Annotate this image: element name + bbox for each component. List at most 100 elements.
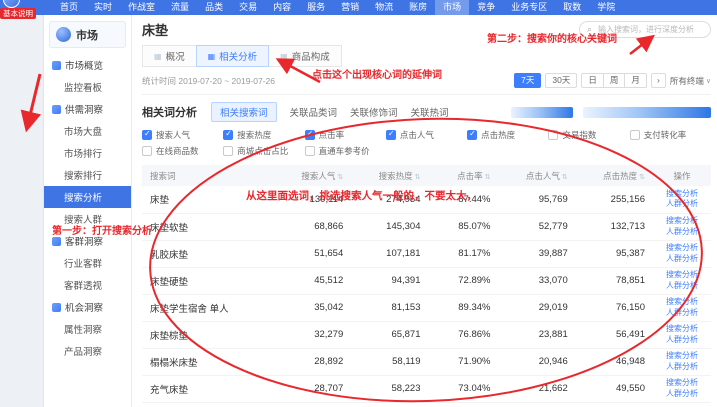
- sidebar-item-crowd-perspective[interactable]: 客群透视: [44, 274, 131, 296]
- metric-value-cell: 58,119: [351, 348, 428, 375]
- analysis-tab-related-hot-words[interactable]: 关联热词: [411, 103, 449, 121]
- action-search-analysis-link[interactable]: 搜索分析: [661, 270, 703, 280]
- metric-label: 点击人气: [400, 129, 434, 141]
- topnav-item-service[interactable]: 服务: [299, 0, 333, 15]
- metric-checkbox-click-rate[interactable]: 点击率: [305, 129, 386, 141]
- topnav-item-logistics[interactable]: 物流: [367, 0, 401, 15]
- column-header-click-heat[interactable]: 点击热度⇅: [576, 165, 653, 186]
- next-period-button[interactable]: ›: [651, 73, 666, 88]
- sidebar-item-search-analysis[interactable]: 搜索分析: [44, 186, 131, 208]
- topnav-item-category[interactable]: 品类: [197, 0, 231, 15]
- topnav-item-traffic[interactable]: 流量: [163, 0, 197, 15]
- topnav-item-competition[interactable]: 竞争: [469, 0, 503, 15]
- action-search-analysis-link[interactable]: 搜索分析: [661, 351, 703, 361]
- action-crowd-analysis-link[interactable]: 人群分析: [661, 389, 703, 399]
- search-input[interactable]: [596, 24, 703, 35]
- sidebar-item-attribute-insight[interactable]: 属性洞察: [44, 318, 131, 340]
- sidebar-item-industry-crowd[interactable]: 行业客群: [44, 252, 131, 274]
- column-header-click-popularity[interactable]: 点击人气⇅: [499, 165, 576, 186]
- topnav-item-marketing[interactable]: 营销: [333, 0, 367, 15]
- sidebar-item-label: 客群洞察: [65, 234, 103, 248]
- granularity-button-day[interactable]: 日: [581, 73, 604, 88]
- metric-value-cell: 28,707: [274, 375, 351, 402]
- sidebar-item-market-board[interactable]: 市场大盘: [44, 120, 131, 142]
- action-crowd-analysis-link[interactable]: 人群分析: [661, 308, 703, 318]
- metric-checkbox-pay-conversion[interactable]: 支付转化率: [630, 129, 711, 141]
- sidebar-item-market-overview[interactable]: 市场概览: [44, 54, 131, 76]
- metric-checkbox-ztc-ref-price[interactable]: 直通车参考价: [305, 145, 386, 157]
- metric-value-cell: 85.07%: [429, 213, 499, 240]
- sidebar-item-search-crowd[interactable]: 搜索人群: [44, 208, 131, 230]
- action-search-analysis-link[interactable]: 搜索分析: [661, 378, 703, 388]
- terminal-dropdown[interactable]: 所有终端 ∨: [670, 75, 711, 87]
- action-crowd-analysis-link[interactable]: 人群分析: [661, 335, 703, 345]
- action-search-analysis-link[interactable]: 搜索分析: [661, 297, 703, 307]
- metric-checkbox-search-popularity[interactable]: 搜索人气: [142, 129, 223, 141]
- terminal-label: 所有终端: [670, 75, 704, 87]
- sidebar-item-crowd-insight[interactable]: 客群洞察: [44, 230, 131, 252]
- heat-legend: [511, 107, 711, 118]
- column-header-search-heat[interactable]: 搜索热度⇅: [351, 165, 428, 186]
- topnav-item-academy[interactable]: 学院: [589, 0, 623, 15]
- action-crowd-analysis-link[interactable]: 人群分析: [661, 227, 703, 237]
- keyword-searchbox[interactable]: ⌕: [579, 21, 711, 38]
- action-crowd-analysis-link[interactable]: 人群分析: [661, 254, 703, 264]
- checkbox-icon: [386, 130, 396, 140]
- topnav-item-finance[interactable]: 账房: [401, 0, 435, 15]
- tab-related-analysis[interactable]: ▦ 相关分析: [196, 45, 270, 67]
- tab-product-composition[interactable]: ▦ 商品构成: [268, 45, 342, 67]
- sidebar-item-opportunity-insight[interactable]: 机会洞察: [44, 296, 131, 318]
- table-row: 床垫硬垫 45,512 94,391 72.89% 33,070 78,851 …: [142, 267, 711, 294]
- metric-checkbox-click-popularity[interactable]: 点击人气: [386, 129, 467, 141]
- metric-value-cell: 87.44%: [429, 186, 499, 213]
- granularity-button-month[interactable]: 月: [624, 73, 647, 88]
- analysis-tab-related-category-words[interactable]: 关联品类词: [290, 103, 338, 121]
- action-search-analysis-link[interactable]: 搜索分析: [661, 243, 703, 253]
- column-header-search-popularity[interactable]: 搜索人气⇅: [274, 165, 351, 186]
- analysis-tab-related-search-words[interactable]: 相关搜索词: [211, 102, 277, 122]
- page-tab-label: 概况: [166, 49, 185, 63]
- sidebar-item-monitor-board[interactable]: 监控看板: [44, 76, 131, 98]
- topnav-item-home[interactable]: 首页: [52, 0, 86, 15]
- action-crowd-analysis-link[interactable]: 人群分析: [661, 362, 703, 372]
- search-word-cell: 床垫硬垫: [142, 267, 274, 294]
- range-button-30d[interactable]: 30天: [545, 73, 577, 88]
- search-word-cell: 床垫棕垫: [142, 321, 274, 348]
- sidebar-item-supply-demand-insight[interactable]: 供需洞察: [44, 98, 131, 120]
- sort-icon: ⇅: [415, 174, 421, 181]
- action-search-analysis-link[interactable]: 搜索分析: [661, 216, 703, 226]
- metric-checkbox-trade-index[interactable]: 交易指数: [548, 129, 629, 141]
- gradient-strip-large: [583, 107, 711, 118]
- sidebar-item-search-rank[interactable]: 搜索排行: [44, 164, 131, 186]
- action-search-analysis-link[interactable]: 搜索分析: [661, 324, 703, 334]
- metric-checkbox-online-products[interactable]: 在线商品数: [142, 145, 223, 157]
- metric-checkbox-click-heat[interactable]: 点击热度: [467, 129, 548, 141]
- topnav-item-war-room[interactable]: 作战室: [120, 0, 163, 15]
- granularity-button-week[interactable]: 周: [603, 73, 626, 88]
- sidebar-item-product-insight[interactable]: 产品洞察: [44, 340, 131, 362]
- tab-overview[interactable]: ▦ 概况: [142, 45, 197, 67]
- metric-value-cell: 58,223: [351, 375, 428, 402]
- topnav-item-business-zone[interactable]: 业务专区: [503, 0, 555, 15]
- action-crowd-analysis-link[interactable]: 人群分析: [661, 281, 703, 291]
- topnav-item-realtime[interactable]: 实时: [86, 0, 120, 15]
- topnav-item-data-extract[interactable]: 取数: [555, 0, 589, 15]
- metric-checkbox-search-heat[interactable]: 搜索热度: [223, 129, 304, 141]
- page-title: 床垫: [142, 20, 168, 39]
- topnav-item-market[interactable]: 市场: [435, 0, 469, 15]
- range-button-7d[interactable]: 7天: [514, 73, 541, 88]
- tab-grid-icon: ▦: [208, 52, 216, 61]
- main-content: 床垫 ⌕ ▦ 概况 ▦ 相关分析 ▦ 商品构成 统计时间 2019-07-20 …: [132, 15, 717, 407]
- analysis-tab-related-modifier-words[interactable]: 关联修饰词: [350, 103, 398, 121]
- metric-checkbox-mall-click-share[interactable]: 商城点击占比: [223, 145, 304, 157]
- sidebar-item-label: 搜索排行: [64, 168, 102, 182]
- stat-time-label: 统计时间 2019-07-20 ~ 2019-07-26: [142, 75, 275, 87]
- action-crowd-analysis-link[interactable]: 人群分析: [661, 199, 703, 209]
- metric-value-cell: 95,769: [499, 186, 576, 213]
- column-header-click-rate[interactable]: 点击率⇅: [429, 165, 499, 186]
- sidebar-item-market-rank[interactable]: 市场排行: [44, 142, 131, 164]
- topnav-item-trade[interactable]: 交易: [231, 0, 265, 15]
- action-search-analysis-link[interactable]: 搜索分析: [661, 189, 703, 199]
- topnav-item-content[interactable]: 内容: [265, 0, 299, 15]
- metric-value-cell: 107,181: [351, 240, 428, 267]
